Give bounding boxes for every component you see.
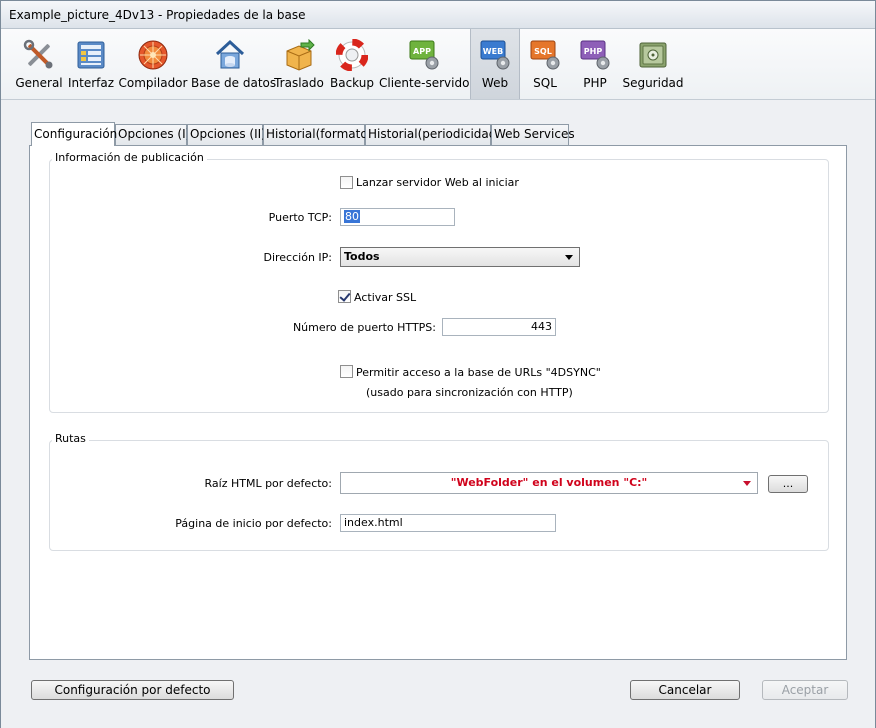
paths-group-title: Rutas (52, 432, 89, 445)
php-gear-icon: PHP (580, 40, 610, 70)
enable-ssl-label: Activar SSL (354, 291, 417, 304)
toolbar-item-backup[interactable]: Backup (329, 29, 375, 99)
enable-ssl-checkbox[interactable] (338, 290, 351, 303)
toolbar-item-label: PHP (583, 76, 607, 90)
ip-address-value: Todos (344, 250, 380, 263)
tcp-port-label: Puerto TCP: (268, 211, 332, 224)
https-port-label: Número de puerto HTTPS: (292, 321, 436, 334)
paths-group: Rutas Raíz HTML por defecto: "WebFolder"… (49, 432, 829, 551)
ip-address-label: Dirección IP: (263, 251, 332, 264)
database-house-icon (215, 39, 245, 69)
toolbar-item-cliente-servidor[interactable]: APP Cliente-servidor (379, 29, 475, 99)
publication-group-title: Información de publicación (52, 151, 207, 164)
cancel-button[interactable]: Cancelar (630, 680, 740, 700)
html-root-label: Raíz HTML por defecto: (204, 477, 333, 490)
lifebuoy-icon (336, 39, 368, 71)
launch-web-server-label: Lanzar servidor Web al iniciar (356, 176, 519, 189)
tcp-port-input[interactable]: 80 (340, 208, 455, 226)
toolbar-item-web[interactable]: WEB Web (470, 29, 520, 99)
toolbar-item-base-de-datos[interactable]: Base de datos (191, 29, 277, 99)
chevron-down-icon (743, 481, 751, 486)
allow-4dsync-checkbox[interactable] (340, 365, 353, 378)
window-title: Example_picture_4Dv13 - Propiedades de l… (9, 8, 306, 22)
svg-text:WEB: WEB (483, 47, 503, 56)
toolbar-item-label: SQL (533, 76, 557, 90)
toolbar-item-label: Compilador (118, 76, 188, 90)
html-root-selector[interactable]: "WebFolder" en el volumen "C:" (340, 472, 758, 494)
web-gear-icon: WEB (480, 40, 510, 70)
interface-icon (77, 41, 105, 69)
accept-button[interactable]: Aceptar (762, 680, 848, 700)
allow-4dsync-label: Permitir acceso a la base de URLs "4DSYN… (356, 366, 601, 379)
toolbar: General Interfaz Compilador Base de dato… (1, 29, 875, 100)
toolbar-item-label: Web (481, 76, 509, 90)
publication-group: Información de publicación Lanzar servid… (49, 151, 829, 413)
toolbar-item-interfaz[interactable]: Interfaz (67, 29, 115, 99)
toolbar-item-general[interactable]: General (15, 29, 63, 99)
toolbar-item-php[interactable]: PHP PHP (572, 29, 618, 99)
toolbar-item-seguridad[interactable]: Seguridad (622, 29, 684, 99)
tab-historial-formato[interactable]: Historial(formato) (263, 124, 372, 145)
browse-button[interactable]: ... (768, 475, 808, 493)
svg-text:SQL: SQL (534, 47, 552, 56)
toolbar-item-label: Seguridad (622, 76, 684, 90)
toolbar-item-label: Cliente-servidor (379, 76, 475, 90)
toolbar-item-label: Backup (330, 76, 374, 90)
safe-icon (639, 42, 667, 68)
chevron-down-icon (565, 255, 573, 260)
toolbar-item-sql[interactable]: SQL SQL (522, 29, 568, 99)
tab-opciones-ii[interactable]: Opciones (II) (187, 124, 266, 145)
properties-window: Example_picture_4Dv13 - Propiedades de l… (0, 0, 876, 728)
box-move-icon (286, 39, 315, 71)
content-area: Configuración Opciones (I) Opciones (II)… (1, 100, 875, 728)
tools-icon (23, 39, 53, 69)
sql-gear-icon: SQL (530, 40, 560, 70)
title-bar[interactable]: Example_picture_4Dv13 - Propiedades de l… (1, 1, 875, 29)
toolbar-item-label: Base de datos (191, 76, 277, 90)
tab-configuracion[interactable]: Configuración (31, 122, 117, 146)
tab-opciones-i[interactable]: Opciones (I) (115, 124, 190, 145)
ip-address-dropdown[interactable]: Todos (340, 247, 580, 267)
tab-web-services[interactable]: Web Services (491, 124, 575, 145)
toolbar-item-label: General (15, 76, 63, 90)
toolbar-item-traslado[interactable]: Traslado (273, 29, 325, 99)
allow-4dsync-note: (usado para sincronización con HTTP) (366, 386, 573, 399)
home-page-label: Página de inicio por defecto: (175, 517, 332, 530)
toolbar-item-compilador[interactable]: Compilador (118, 29, 188, 99)
home-page-input[interactable]: index.html (340, 514, 556, 532)
toolbar-item-label: Interfaz (67, 76, 115, 90)
tab-historial-periodicidad[interactable]: Historial(periodicidad) (365, 124, 501, 145)
svg-text:APP: APP (413, 47, 431, 56)
svg-text:PHP: PHP (584, 47, 603, 56)
app-gear-icon: APP (409, 40, 439, 70)
launch-web-server-checkbox[interactable] (340, 176, 353, 189)
compiler-icon (138, 40, 168, 70)
default-settings-button[interactable]: Configuración por defecto (31, 680, 234, 700)
html-root-value: "WebFolder" en el volumen "C:" (450, 476, 648, 489)
toolbar-item-label: Traslado (274, 76, 324, 90)
https-port-input[interactable]: 443 (442, 318, 556, 336)
tab-panel: Información de publicación Lanzar servid… (29, 145, 847, 660)
